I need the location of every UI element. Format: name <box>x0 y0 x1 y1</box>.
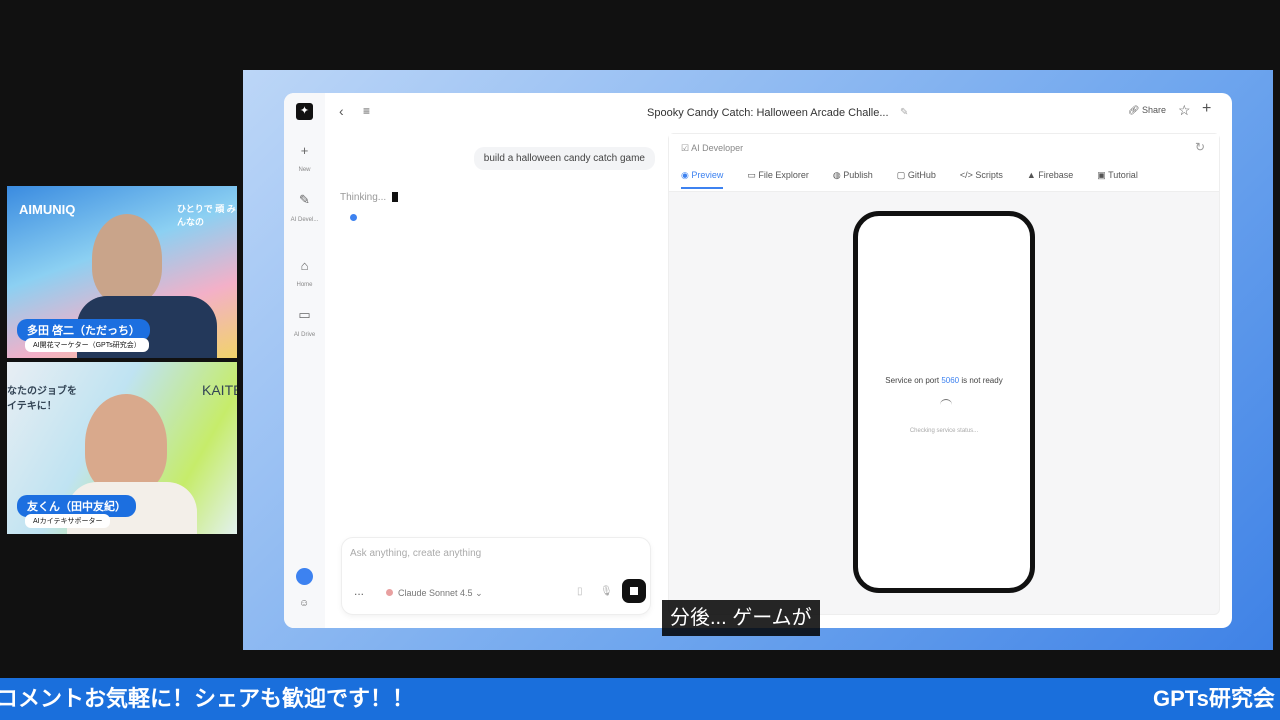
service-status: Service on port 5060 is not ready <box>885 376 1003 385</box>
screen-share: ✦ + New ✎ AI Devel... ⌂ Home ▭ AI Drive ☺ ‹ … <box>243 70 1273 650</box>
person-video <box>85 394 167 494</box>
gift-icon[interactable] <box>296 568 313 585</box>
refresh-icon[interactable]: ↻ <box>1195 140 1205 154</box>
app-logo: ✦ <box>296 103 313 120</box>
spinner-icon <box>940 399 952 411</box>
mic-icon[interactable]: 🎙︎ <box>600 586 613 597</box>
subtitle: 分後... ゲームが <box>662 600 820 636</box>
model-selector[interactable]: Claude Sonnet 4.5 ⌄ <box>386 588 483 599</box>
input-placeholder: Ask anything, create anything <box>350 548 482 559</box>
plus-icon: + <box>300 143 309 158</box>
person-video <box>92 214 162 304</box>
new-plus-icon[interactable]: + <box>1202 100 1211 118</box>
checking-text: Checking service status... <box>909 428 979 434</box>
webcam-2: なたのジョブを イテキに！ KAITE 友くん（田中友紀） AIカイテキサポータ… <box>7 362 237 534</box>
edit-icon: ✎ <box>299 192 310 207</box>
developer-panel: ☑ AI Developer ↻ ◉ Preview ▭ File Explor… <box>668 133 1220 615</box>
user-message: build a halloween candy catch game <box>473 147 655 170</box>
speaker-role: AI開花マーケター（GPTs研究会） <box>25 338 149 352</box>
phone-preview: Service on port 5060 is not ready Checki… <box>853 211 1035 593</box>
share-button[interactable]: 🔗︎ Share <box>1128 105 1166 116</box>
tab-scripts[interactable]: </> Scripts <box>960 170 1003 189</box>
app-window: ✦ + New ✎ AI Devel... ⌂ Home ▭ AI Drive ☺ ‹ … <box>284 93 1232 628</box>
more-options-button[interactable]: ... <box>354 584 364 598</box>
thinking-status: Thinking... <box>340 192 399 203</box>
sidebar-item-ai-developer[interactable]: ✎ AI Devel... <box>284 192 325 226</box>
panel-header: ☑ AI Developer <box>681 143 744 153</box>
tab-firebase[interactable]: ▲ Firebase <box>1027 170 1073 189</box>
tab-tutorial[interactable]: ▣ Tutorial <box>1097 170 1138 189</box>
webcam-1: AIMUNIQ ひとりで 頑 みんなの 多田 啓二（ただっち） AI開花マーケタ… <box>7 186 237 358</box>
ticker-banner: コメントお気軽に！シェアも歓迎です！！ GPTs研究会 <box>0 678 1280 720</box>
tab-file-explorer[interactable]: ▭ File Explorer <box>747 170 809 189</box>
sidebar-item-new[interactable]: + New <box>284 143 325 176</box>
folder-icon: ▭ <box>298 307 311 322</box>
loading-dot <box>350 214 357 221</box>
speaker-role: AIカイテキサポーター <box>25 514 111 528</box>
link-icon: 🔗︎ <box>1128 105 1142 115</box>
rename-icon[interactable]: ✎ <box>900 107 908 118</box>
panel-tabs: ◉ Preview ▭ File Explorer ◍ Publish ▢ Gi… <box>681 170 1162 189</box>
tab-publish[interactable]: ◍ Publish <box>833 170 873 189</box>
ticker-brand: GPTs研究会 <box>1153 686 1275 711</box>
home-icon: ⌂ <box>300 258 309 273</box>
tab-preview[interactable]: ◉ Preview <box>681 170 724 189</box>
cursor <box>392 192 399 203</box>
chat-input[interactable]: Ask anything, create anything ... Claude… <box>341 537 651 615</box>
chat-panel: build a halloween candy catch game Think… <box>325 133 665 628</box>
back-icon[interactable]: ‹ <box>339 103 344 119</box>
sidebar-item-home[interactable]: ⌂ Home <box>284 258 325 291</box>
ticker-text: コメントお気軽に！シェアも歓迎です！！ <box>0 686 415 711</box>
sidebar: ✦ + New ✎ AI Devel... ⌂ Home ▭ AI Drive ☺ <box>284 93 325 628</box>
menu-icon[interactable]: ≡ <box>363 104 370 118</box>
claude-icon <box>386 589 393 596</box>
user-icon[interactable]: ☺ <box>299 598 309 609</box>
sidebar-item-ai-drive[interactable]: ▭ AI Drive <box>284 307 325 341</box>
star-icon[interactable]: ☆ <box>1178 102 1191 119</box>
stop-button[interactable] <box>622 579 646 603</box>
project-title: Spooky Candy Catch: Halloween Arcade Cha… <box>647 107 889 119</box>
top-bar: ‹ ≡ Spooky Candy Catch: Halloween Arcade… <box>325 93 1232 133</box>
attach-icon[interactable]: ▯ <box>577 586 583 597</box>
tab-github[interactable]: ▢ GitHub <box>897 170 936 189</box>
